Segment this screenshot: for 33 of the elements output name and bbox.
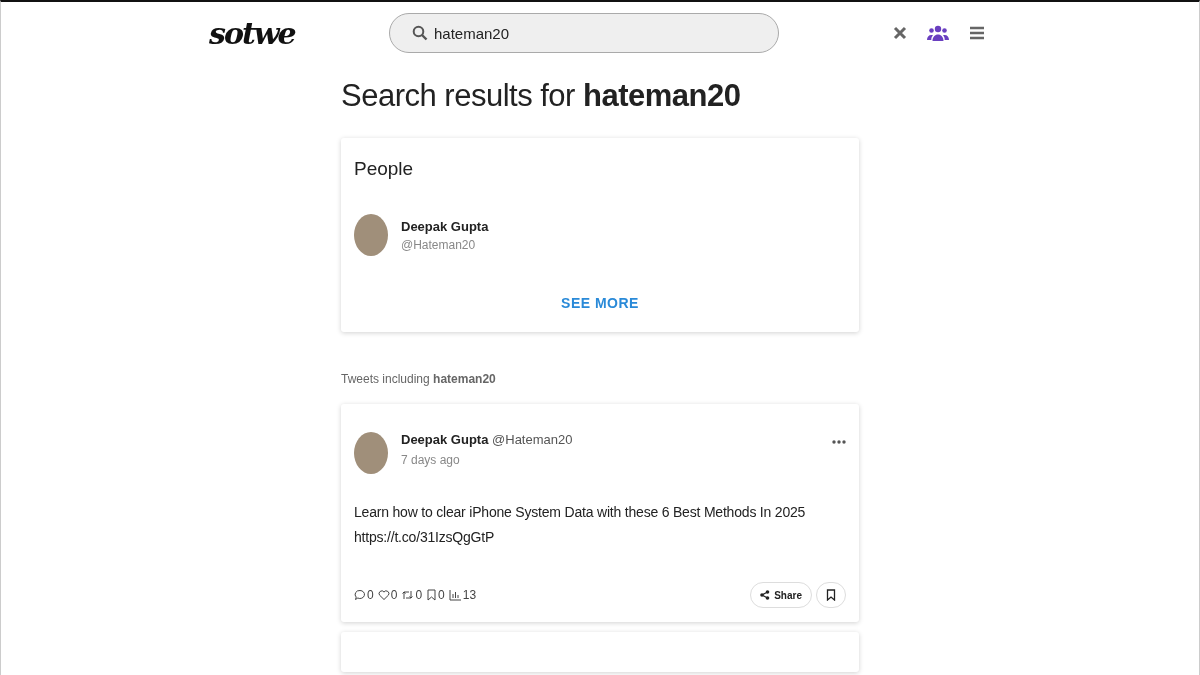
views-count[interactable]: 13 — [448, 588, 477, 602]
bookmark-count[interactable]: 0 — [426, 588, 445, 602]
avatar[interactable] — [354, 432, 388, 474]
views-icon — [448, 589, 462, 601]
page-heading: Search results for hateman20 — [341, 78, 742, 114]
see-more-button[interactable]: SEE MORE — [555, 294, 645, 312]
section-label: Tweets including hateman20 — [341, 372, 496, 386]
user-handle: @Hateman20 — [401, 237, 476, 252]
retweet-count[interactable]: 0 — [401, 588, 423, 602]
search-icon — [412, 25, 428, 41]
tweet-text: Learn how to clear iPhone System Data with these 6 Best Methods In 2025 https://t.co/31IzsQgGtP — [354, 503, 807, 547]
more-options-button[interactable] — [832, 440, 846, 444]
bookmark-icon — [426, 589, 438, 601]
tweet-author[interactable]: Deepak Gupta @Hateman20 — [401, 432, 573, 447]
like-count[interactable]: 0 — [377, 588, 398, 602]
retweet-icon — [401, 589, 415, 601]
close-button[interactable] — [893, 26, 907, 40]
share-icon — [760, 590, 771, 600]
bookmark-button[interactable] — [816, 582, 846, 608]
tweet-time: 7 days ago — [401, 453, 460, 467]
logo[interactable]: sotwe — [209, 15, 389, 51]
tweet-link[interactable]: https://t.co/31IzsQgGtP — [354, 529, 495, 545]
like-icon — [377, 589, 390, 601]
share-button[interactable]: Share — [750, 582, 812, 608]
reply-icon — [354, 589, 366, 601]
user-name[interactable]: Deepak Gupta — [401, 218, 489, 234]
avatar[interactable] — [354, 214, 388, 256]
reply-count[interactable]: 0 — [354, 588, 374, 602]
bookmark-icon — [826, 589, 836, 601]
menu-button[interactable] — [969, 25, 985, 41]
card-title: People — [354, 158, 414, 180]
people-button[interactable] — [927, 25, 949, 41]
search-field[interactable]: hateman20 — [389, 13, 779, 53]
